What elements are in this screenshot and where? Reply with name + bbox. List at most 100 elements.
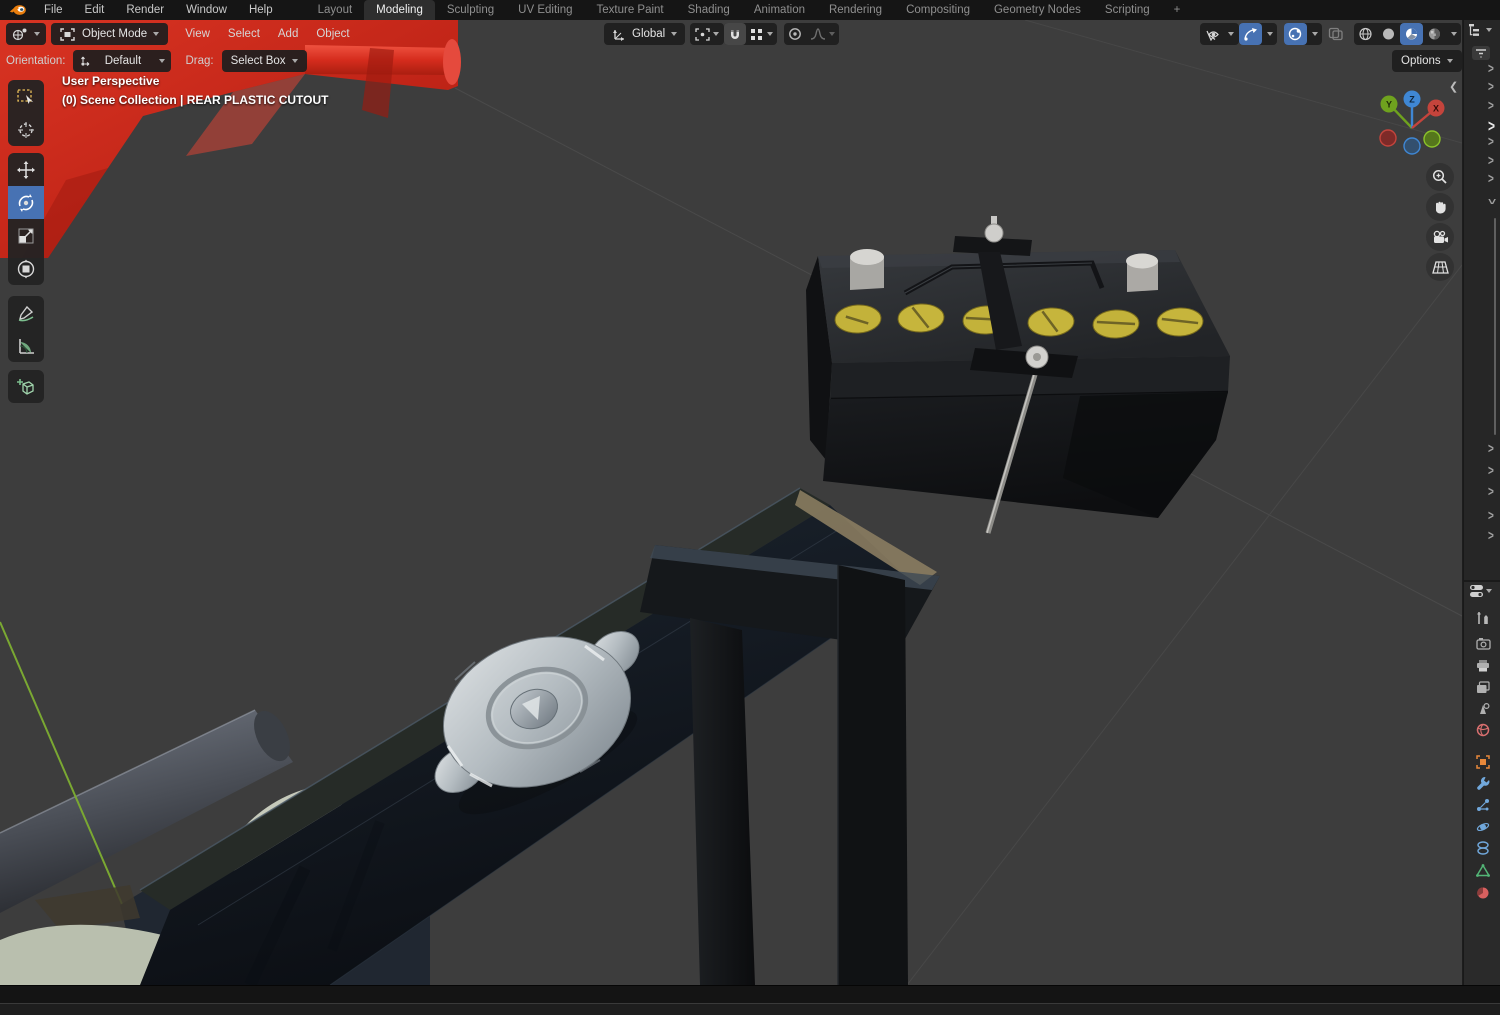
menu-render[interactable]: Render	[115, 0, 175, 20]
shading-material-preview-button[interactable]	[1400, 23, 1423, 45]
tool-annotate[interactable]	[8, 296, 44, 329]
disclosure-icon[interactable]: >	[1488, 485, 1494, 500]
zoom-button[interactable]	[1426, 163, 1454, 191]
overlays-dropdown[interactable]	[1307, 23, 1322, 45]
proportional-falloff-dropdown[interactable]	[806, 23, 839, 45]
properties-tab-material[interactable]	[1472, 883, 1494, 903]
tool-rotate[interactable]	[8, 186, 44, 219]
viewport-canvas[interactable]	[0, 20, 1462, 985]
options-dropdown[interactable]: Options	[1392, 50, 1462, 72]
tool-scale[interactable]	[8, 219, 44, 252]
battery-object[interactable]	[806, 216, 1230, 534]
properties-tab-particles[interactable]	[1472, 795, 1494, 815]
disclosure-icon[interactable]: >	[1488, 442, 1494, 457]
editor-type-button[interactable]	[6, 23, 46, 45]
disclosure-icon[interactable]: >	[1488, 99, 1494, 114]
pivot-point-dropdown[interactable]	[690, 23, 724, 45]
drag-dropdown[interactable]: Select Box	[221, 50, 307, 72]
orthographic-toggle-button[interactable]	[1426, 253, 1454, 281]
tool-add-cube[interactable]	[8, 370, 44, 403]
orientation-dropdown[interactable]: Default	[73, 50, 172, 72]
workspace-tab-animation[interactable]: Animation	[742, 0, 817, 20]
tool-transform[interactable]	[8, 252, 44, 285]
shading-rendered-button[interactable]	[1423, 23, 1446, 45]
axis-z-negative[interactable]	[1403, 137, 1421, 155]
disclosure-expanded-icon[interactable]: >	[1483, 199, 1498, 205]
pan-button[interactable]	[1426, 193, 1454, 221]
menu-select[interactable]: Select	[219, 23, 269, 45]
menu-help[interactable]: Help	[238, 0, 284, 20]
workspace-tab-compositing[interactable]: Compositing	[894, 0, 982, 20]
properties-tab-view-layer[interactable]	[1472, 677, 1494, 697]
disclosure-icon[interactable]: >	[1488, 172, 1494, 187]
visibility-eye-icon	[1206, 30, 1219, 41]
properties-tab-object-data[interactable]	[1472, 860, 1494, 880]
properties-editor-type-button[interactable]	[1469, 584, 1492, 598]
properties-tab-object[interactable]	[1472, 752, 1494, 772]
workspace-tab-sculpting[interactable]: Sculpting	[435, 0, 506, 20]
overlays-toggle[interactable]	[1284, 23, 1307, 45]
gizmos-toggle[interactable]	[1239, 23, 1262, 45]
properties-tab-modifiers[interactable]	[1472, 773, 1494, 793]
mode-dropdown-label: Object Mode	[82, 28, 148, 40]
xray-toggle[interactable]	[1328, 23, 1344, 45]
menu-edit[interactable]: Edit	[74, 0, 116, 20]
axis-y-negative[interactable]	[1423, 130, 1441, 148]
tool-measure[interactable]	[8, 329, 44, 362]
menu-view[interactable]: View	[176, 23, 219, 45]
outliner-filter-button[interactable]	[1471, 45, 1491, 61]
timeline-strip[interactable]	[0, 985, 1500, 1003]
transform-orientation-dropdown[interactable]: Global	[604, 23, 686, 45]
workspace-tab-shading[interactable]: Shading	[676, 0, 742, 20]
show-object-types-dropdown[interactable]	[1200, 23, 1239, 45]
chevron-down-icon	[159, 59, 166, 63]
shading-wireframe-button[interactable]	[1354, 23, 1377, 45]
tool-move[interactable]	[8, 153, 44, 186]
workspace-tab-geometry-nodes[interactable]: Geometry Nodes	[982, 0, 1093, 20]
snap-settings-dropdown[interactable]	[746, 23, 777, 45]
disclosure-icon[interactable]: >	[1488, 80, 1494, 95]
properties-tab-constraints[interactable]	[1472, 838, 1494, 858]
workspace-tab-scripting[interactable]: Scripting	[1093, 0, 1162, 20]
properties-panel[interactable]	[1463, 580, 1500, 985]
blender-logo-icon[interactable]	[9, 3, 27, 17]
workspace-tab-uv-editing[interactable]: UV Editing	[506, 0, 584, 20]
workspace-tab-texture-paint[interactable]: Texture Paint	[585, 0, 676, 20]
mode-dropdown[interactable]: Object Mode	[51, 23, 169, 45]
workspace-tab-rendering[interactable]: Rendering	[817, 0, 894, 20]
workspace-tab-modeling[interactable]: Modeling	[364, 0, 435, 20]
camera-view-button[interactable]	[1426, 223, 1454, 251]
properties-tab-render[interactable]	[1472, 633, 1494, 653]
proportional-editing-toggle[interactable]	[784, 23, 806, 45]
shading-dropdown[interactable]	[1446, 23, 1461, 45]
sidebar-collapse-icon[interactable]: ❮	[1449, 80, 1458, 93]
tool-cursor[interactable]	[8, 113, 44, 146]
properties-tab-scene[interactable]	[1472, 698, 1494, 718]
disclosure-icon[interactable]: >	[1488, 509, 1494, 524]
disclosure-icon[interactable]: >	[1488, 464, 1494, 479]
disclosure-icon[interactable]: >	[1488, 62, 1494, 77]
menu-file[interactable]: File	[33, 0, 74, 20]
workspace-tab-layout[interactable]: Layout	[306, 0, 365, 20]
properties-tab-physics[interactable]	[1472, 817, 1494, 837]
snap-toggle[interactable]	[724, 23, 746, 45]
tool-select-box[interactable]	[8, 80, 44, 113]
properties-tab-world[interactable]	[1472, 720, 1494, 740]
menu-add[interactable]: Add	[269, 23, 307, 45]
disclosure-icon[interactable]: >	[1488, 135, 1494, 150]
outliner-scrollbar[interactable]	[1494, 218, 1496, 435]
menu-window[interactable]: Window	[175, 0, 238, 20]
add-workspace-button[interactable]: +	[1162, 0, 1193, 20]
gizmos-dropdown[interactable]	[1262, 23, 1277, 45]
outliner-editor-type-button[interactable]	[1468, 23, 1492, 37]
disclosure-icon[interactable]: >	[1488, 154, 1494, 169]
outliner-panel[interactable]: > > > > > > > > > > > > >	[1463, 20, 1500, 580]
properties-tab-tool[interactable]	[1472, 608, 1494, 628]
3d-viewport[interactable]: Object Mode View Select Add Object Globa…	[0, 20, 1462, 985]
disclosure-icon[interactable]: >	[1488, 529, 1494, 544]
menu-object[interactable]: Object	[307, 23, 358, 45]
shading-solid-button[interactable]	[1377, 23, 1400, 45]
axis-x-negative[interactable]	[1379, 129, 1397, 147]
properties-tab-output[interactable]	[1472, 655, 1494, 675]
disclosure-icon[interactable]: >	[1488, 116, 1495, 136]
